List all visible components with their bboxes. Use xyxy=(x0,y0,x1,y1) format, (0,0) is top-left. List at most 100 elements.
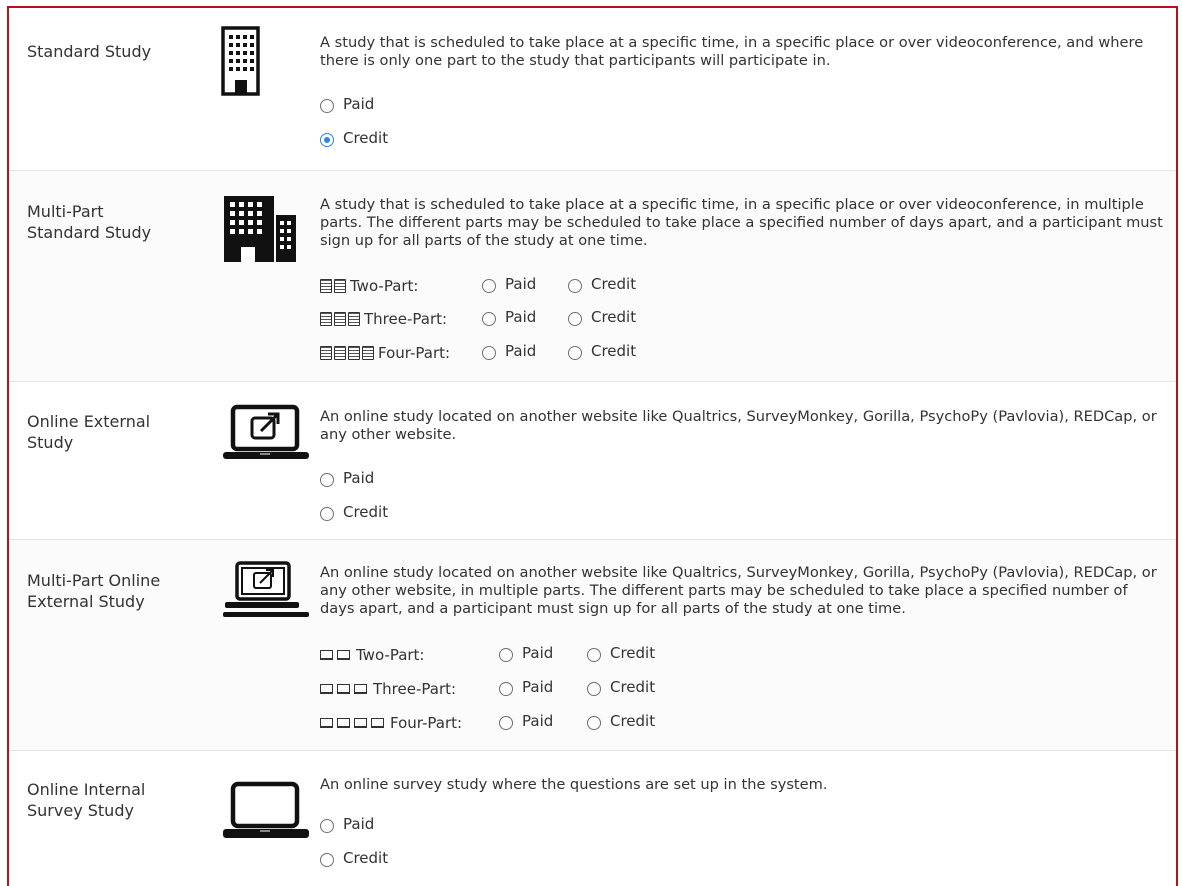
paid-option[interactable]: Paid xyxy=(320,467,374,489)
study-type-description: A study that is scheduled to take place … xyxy=(320,196,1163,249)
paid-radio[interactable] xyxy=(320,99,334,113)
paid-radio[interactable] xyxy=(482,312,496,326)
study-type-title: Online External Study xyxy=(27,411,197,453)
credit-option[interactable]: Credit xyxy=(320,847,388,869)
study-type-description: A study that is scheduled to take place … xyxy=(320,34,1144,69)
paid-label: Paid xyxy=(522,712,554,730)
credit-label: Credit xyxy=(591,308,637,326)
study-type-description: An online survey study where the questio… xyxy=(320,776,828,793)
paid-radio[interactable] xyxy=(482,346,496,360)
study-type-multipart-standard: Multi-Part Standard Study A study that i… xyxy=(9,170,1176,381)
part-label-text: Three-Part: xyxy=(373,680,457,698)
part-label-text: Four-Part: xyxy=(378,344,451,362)
mini-laptop-icons xyxy=(320,650,352,660)
four-part-credit-option[interactable]: Credit xyxy=(568,342,636,360)
laptops-external-link-icon xyxy=(221,560,311,626)
credit-radio[interactable] xyxy=(568,346,582,360)
three-part-credit-option[interactable]: Credit xyxy=(587,678,655,696)
two-part-row: Two-Part: xyxy=(320,644,424,666)
two-part-label: Two-Part: xyxy=(320,277,418,295)
buildings-icon xyxy=(221,193,299,269)
mini-building-icons xyxy=(320,279,346,293)
paid-radio[interactable] xyxy=(499,682,513,696)
credit-radio[interactable] xyxy=(587,682,601,696)
laptop-icon xyxy=(221,781,311,847)
study-type-title: Multi-Part Online External Study xyxy=(27,570,197,612)
four-part-label: Four-Part: xyxy=(320,344,450,362)
four-part-row: Four-Part: xyxy=(320,342,450,364)
title-line1: Online Internal xyxy=(27,780,146,799)
study-type-multipart-online-external: Multi-Part Online External Study An onli… xyxy=(9,539,1176,750)
three-part-row: Three-Part: xyxy=(320,678,456,700)
credit-label: Credit xyxy=(591,342,637,360)
mini-building-icons xyxy=(320,346,374,360)
paid-option[interactable]: Paid xyxy=(320,93,374,115)
credit-radio[interactable] xyxy=(587,716,601,730)
paid-option[interactable]: Paid xyxy=(320,813,374,835)
credit-radio[interactable] xyxy=(320,133,334,147)
four-part-paid-option[interactable]: Paid xyxy=(499,712,553,730)
building-icon xyxy=(221,26,261,102)
paid-label: Paid xyxy=(343,469,375,487)
study-type-standard: Standard Study A study that is scheduled… xyxy=(9,8,1176,170)
three-part-label: Three-Part: xyxy=(320,680,456,698)
credit-radio[interactable] xyxy=(320,853,334,867)
three-part-credit-option[interactable]: Credit xyxy=(568,308,636,326)
part-label-text: Three-Part: xyxy=(364,310,448,328)
part-label-text: Two-Part: xyxy=(356,646,425,664)
paid-label: Paid xyxy=(343,815,375,833)
two-part-credit-option[interactable]: Credit xyxy=(587,644,655,662)
title-line2: External Study xyxy=(27,592,145,611)
study-type-description: An online study located on another websi… xyxy=(320,408,1157,443)
three-part-paid-option[interactable]: Paid xyxy=(482,308,536,326)
paid-radio[interactable] xyxy=(499,716,513,730)
paid-label: Paid xyxy=(522,644,554,662)
credit-radio[interactable] xyxy=(568,312,582,326)
four-part-credit-option[interactable]: Credit xyxy=(587,712,655,730)
paid-label: Paid xyxy=(505,342,537,360)
title-line2: Survey Study xyxy=(27,801,134,820)
paid-radio[interactable] xyxy=(499,648,513,662)
two-part-paid-option[interactable]: Paid xyxy=(482,275,536,293)
title-line2: Study xyxy=(27,433,74,452)
credit-radio[interactable] xyxy=(568,279,582,293)
part-label-text: Four-Part: xyxy=(390,714,463,732)
paid-label: Paid xyxy=(505,308,537,326)
four-part-paid-option[interactable]: Paid xyxy=(482,342,536,360)
credit-option[interactable]: Credit xyxy=(320,127,388,149)
credit-label: Credit xyxy=(591,275,637,293)
credit-option[interactable]: Credit xyxy=(320,501,388,523)
credit-label: Credit xyxy=(343,849,389,867)
three-part-paid-option[interactable]: Paid xyxy=(499,678,553,696)
credit-label: Credit xyxy=(610,644,656,662)
credit-label: Credit xyxy=(610,678,656,696)
study-type-title: Standard Study xyxy=(27,42,152,61)
study-type-title: Online Internal Survey Study xyxy=(27,779,197,821)
credit-radio[interactable] xyxy=(320,507,334,521)
three-part-label: Three-Part: xyxy=(320,310,447,328)
credit-radio[interactable] xyxy=(587,648,601,662)
study-type-description: An online study located on another websi… xyxy=(320,564,1157,617)
study-type-panel: Standard Study A study that is scheduled… xyxy=(7,6,1178,886)
four-part-label: Four-Part: xyxy=(320,714,462,732)
two-part-paid-option[interactable]: Paid xyxy=(499,644,553,662)
mini-laptop-icons xyxy=(320,718,386,728)
paid-radio[interactable] xyxy=(320,473,334,487)
two-part-label: Two-Part: xyxy=(320,646,424,664)
title-line1: Online External xyxy=(27,412,151,431)
study-type-online-external: Online External Study An online study lo… xyxy=(9,381,1176,539)
paid-radio[interactable] xyxy=(482,279,496,293)
three-part-row: Three-Part: xyxy=(320,308,447,330)
paid-radio[interactable] xyxy=(320,819,334,833)
paid-label: Paid xyxy=(505,275,537,293)
study-type-online-internal-survey: Online Internal Survey Study An online s… xyxy=(9,750,1176,886)
part-label-text: Two-Part: xyxy=(350,277,419,295)
paid-label: Paid xyxy=(522,678,554,696)
mini-building-icons xyxy=(320,312,360,326)
title-line1: Multi-Part Online xyxy=(27,571,161,590)
mini-laptop-icons xyxy=(320,684,369,694)
credit-label: Credit xyxy=(343,503,389,521)
two-part-credit-option[interactable]: Credit xyxy=(568,275,636,293)
laptop-external-link-icon xyxy=(221,404,311,468)
four-part-row: Four-Part: xyxy=(320,712,462,734)
